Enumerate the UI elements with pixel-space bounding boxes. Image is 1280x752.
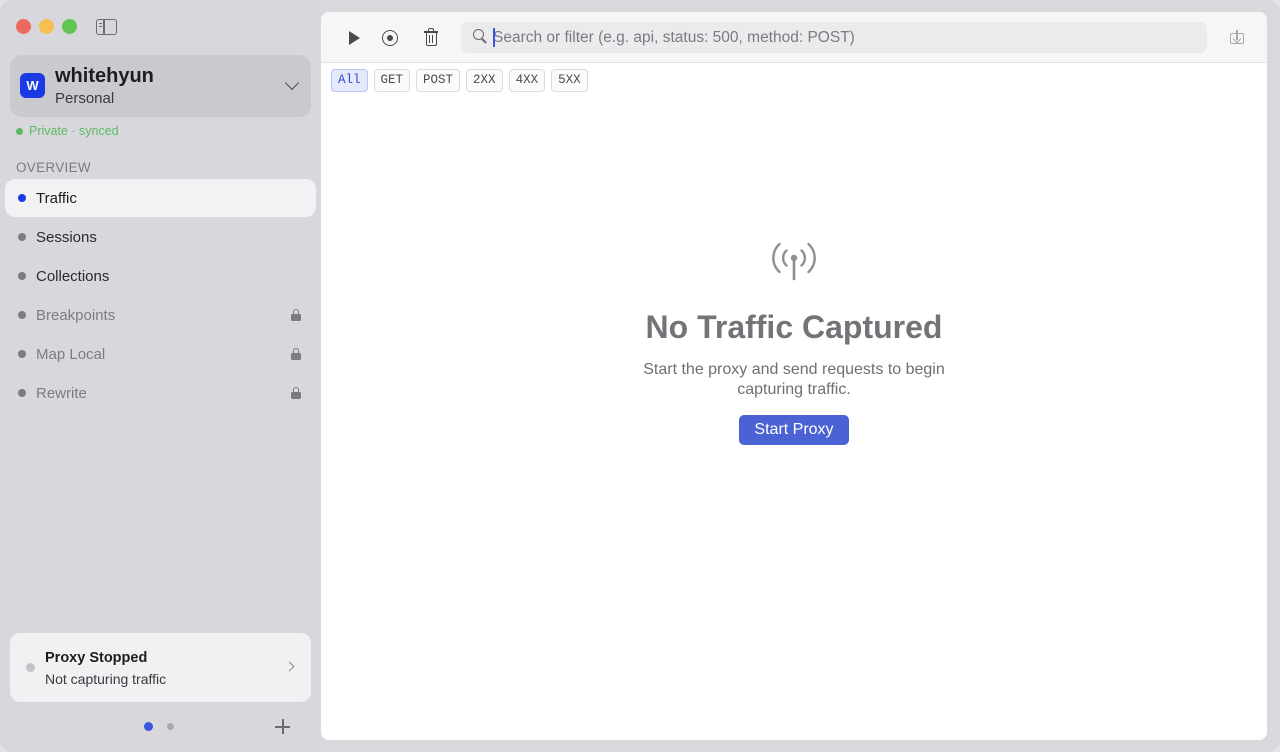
page-dot-active[interactable]: [144, 722, 153, 731]
proxy-status-title: Proxy Stopped: [45, 650, 148, 666]
section-header: OVERVIEW: [16, 160, 91, 175]
search-icon: [473, 29, 489, 45]
trash-icon[interactable]: [421, 27, 443, 49]
sidebar-item-collections[interactable]: Collections: [5, 257, 316, 295]
nav-dot-icon: [18, 272, 26, 280]
proxy-status-card[interactable]: Proxy Stopped Not capturing traffic: [10, 633, 311, 702]
close-window-button[interactable]: [16, 19, 31, 34]
filter-chips: All GET POST 2XX 4XX 5XX: [331, 69, 588, 92]
nav-dot-icon: [18, 233, 26, 241]
workspace-avatar: W: [20, 73, 45, 98]
proxy-status-subtitle: Not capturing traffic: [45, 671, 167, 687]
sidebar-toggle-icon[interactable]: [96, 19, 117, 35]
window-controls: [16, 19, 77, 34]
sidebar-item-map-local[interactable]: Map Local: [5, 335, 316, 373]
empty-state-description: Start the proxy and send requests to beg…: [643, 361, 945, 398]
lock-icon: [291, 348, 301, 360]
text-caret: [493, 28, 495, 47]
filter-chip-2xx[interactable]: 2XX: [466, 69, 503, 92]
play-icon[interactable]: [343, 27, 365, 49]
sync-status: Private · synced: [16, 124, 119, 138]
chevron-right-icon: [284, 661, 295, 672]
lock-icon: [291, 387, 301, 399]
filter-chip-get[interactable]: GET: [373, 69, 411, 92]
main-panel: All GET POST 2XX 4XX 5XX No Traffic Capt…: [321, 12, 1267, 740]
workspace-switcher[interactable]: W whitehyun Personal: [10, 55, 311, 117]
workspace-plan: Personal: [55, 90, 115, 107]
sidebar-item-traffic[interactable]: Traffic: [5, 179, 316, 217]
sidebar-item-label: Sessions: [36, 228, 97, 246]
sidebar: W whitehyun Personal Private · synced OV…: [0, 0, 320, 752]
nav-dot-icon: [18, 350, 26, 358]
sidebar-item-breakpoints[interactable]: Breakpoints: [5, 296, 316, 334]
proxy-status-dot-icon: [26, 663, 35, 672]
page-dot[interactable]: [167, 723, 174, 730]
minimize-window-button[interactable]: [39, 19, 54, 34]
filter-chip-4xx[interactable]: 4XX: [508, 69, 546, 92]
filter-chip-post[interactable]: POST: [416, 69, 461, 92]
sidebar-item-label: Traffic: [36, 189, 77, 207]
record-icon[interactable]: [380, 27, 402, 49]
sidebar-nav: Traffic Sessions Collections Breakpoints…: [5, 179, 316, 413]
filter-chip-all[interactable]: All: [331, 69, 368, 92]
nav-dot-icon: [18, 389, 26, 397]
start-proxy-button[interactable]: Start Proxy: [739, 415, 849, 445]
sidebar-item-label: Rewrite: [36, 384, 87, 402]
lock-icon: [291, 309, 301, 321]
add-icon[interactable]: [275, 719, 290, 734]
filter-chip-5xx[interactable]: 5XX: [551, 69, 588, 92]
zoom-window-button[interactable]: [62, 19, 77, 34]
search-input[interactable]: [493, 22, 1193, 53]
nav-dot-icon: [18, 311, 26, 319]
workspace-name: whitehyun: [55, 65, 154, 87]
sidebar-item-label: Breakpoints: [36, 306, 116, 324]
sync-status-label: Private · synced: [29, 124, 119, 138]
toolbar: [321, 12, 1267, 63]
chevron-down-icon: [284, 75, 300, 91]
page-indicator: [144, 722, 174, 731]
sync-dot-icon: [16, 127, 23, 135]
sidebar-item-label: Collections: [36, 267, 110, 285]
export-icon[interactable]: [1229, 29, 1245, 45]
sidebar-item-rewrite[interactable]: Rewrite: [5, 374, 316, 412]
app-window: W whitehyun Personal Private · synced OV…: [0, 0, 1280, 752]
antenna-icon: [769, 237, 819, 281]
search-bar[interactable]: [461, 22, 1207, 53]
empty-state: No Traffic Captured Start the proxy and …: [321, 237, 1267, 445]
sidebar-item-sessions[interactable]: Sessions: [5, 218, 316, 256]
sidebar-item-label: Map Local: [36, 345, 106, 363]
empty-state-title: No Traffic Captured: [645, 309, 943, 345]
nav-dot-icon: [18, 194, 26, 202]
